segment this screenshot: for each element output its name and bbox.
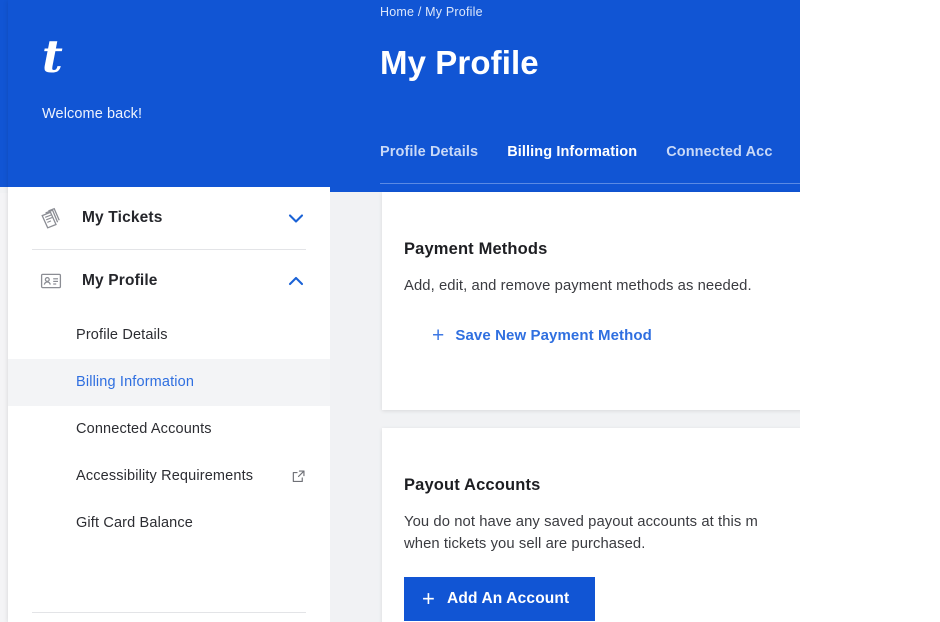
chevron-down-icon[interactable]: [286, 208, 306, 228]
sidebar-subitem-label: Profile Details: [76, 327, 168, 344]
sidebar-item-profile-details[interactable]: Profile Details: [8, 312, 330, 359]
tickets-stack-icon: [38, 205, 64, 231]
chevron-up-icon[interactable]: [286, 271, 306, 291]
main-column: Home / My Profile My Profile Profile Det…: [330, 0, 800, 622]
sidebar-nav: My Tickets My Profile Profile Details Bi…: [8, 187, 330, 547]
tab-connected-accounts[interactable]: Connected Acc: [666, 144, 772, 160]
sidebar-item-billing-information[interactable]: Billing Information: [8, 359, 330, 406]
sidebar-subitem-label: Billing Information: [76, 374, 195, 391]
id-card-icon: [38, 268, 64, 294]
sidebar-item-connected-accounts[interactable]: Connected Accounts: [8, 406, 330, 453]
content-area: Payment Methods Add, edit, and remove pa…: [330, 192, 800, 622]
app-clip-region: t Welcome back! My Tickets My Profile Pr…: [0, 0, 800, 622]
tab-billing-information[interactable]: Billing Information: [507, 144, 637, 160]
tab-underline-rule: [380, 183, 800, 184]
payout-accounts-description: You do not have any saved payout account…: [404, 514, 758, 553]
breadcrumb[interactable]: Home / My Profile: [380, 0, 800, 19]
page-hero: Home / My Profile My Profile Profile Det…: [330, 0, 800, 192]
sidebar-item-gift-card-balance[interactable]: Gift Card Balance: [8, 500, 330, 547]
sidebar-item-my-tickets[interactable]: My Tickets: [8, 187, 330, 249]
add-an-account-button[interactable]: + Add An Account: [404, 577, 596, 622]
sidebar-subitem-label: Gift Card Balance: [76, 515, 193, 532]
external-link-icon: [290, 469, 306, 485]
save-new-payment-method-link[interactable]: + Save New Payment Method: [432, 325, 652, 346]
sidebar-divider-bottom: [32, 612, 306, 613]
plus-icon: +: [422, 586, 435, 612]
sidebar-hero: t Welcome back!: [8, 0, 330, 187]
add-an-account-label: Add An Account: [447, 590, 570, 608]
payout-accounts-title: Payout Accounts: [404, 476, 541, 494]
sidebar-item-accessibility-requirements[interactable]: Accessibility Requirements: [8, 453, 330, 500]
plus-icon: +: [432, 324, 445, 348]
sidebar-item-my-profile[interactable]: My Profile: [8, 250, 330, 312]
sidebar-item-label: My Profile: [82, 272, 158, 289]
payment-methods-title: Payment Methods: [404, 240, 548, 258]
payout-accounts-card: Payout Accounts You do not have any save…: [382, 428, 800, 622]
tab-profile-details[interactable]: Profile Details: [380, 144, 478, 160]
sidebar-subitem-label: Accessibility Requirements: [76, 468, 254, 485]
sidebar-subitem-label: Connected Accounts: [76, 421, 212, 438]
sidebar-item-label: My Tickets: [82, 209, 163, 226]
browser-viewport: t Welcome back! My Tickets My Profile Pr…: [0, 0, 940, 622]
sidebar-group-my-tickets: My Tickets: [8, 187, 330, 249]
brand-logo-icon[interactable]: t: [42, 34, 296, 79]
payment-methods-description: Add, edit, and remove payment methods as…: [404, 278, 752, 294]
sidebar-group-my-profile: My Profile Profile Details Billing Infor…: [8, 250, 330, 547]
welcome-message: Welcome back!: [42, 106, 143, 122]
save-new-payment-method-label: Save New Payment Method: [455, 327, 652, 345]
page-title: My Profile: [380, 44, 539, 81]
payment-methods-card: Payment Methods Add, edit, and remove pa…: [382, 192, 800, 410]
sidebar: t Welcome back! My Tickets My Profile Pr…: [8, 0, 330, 622]
